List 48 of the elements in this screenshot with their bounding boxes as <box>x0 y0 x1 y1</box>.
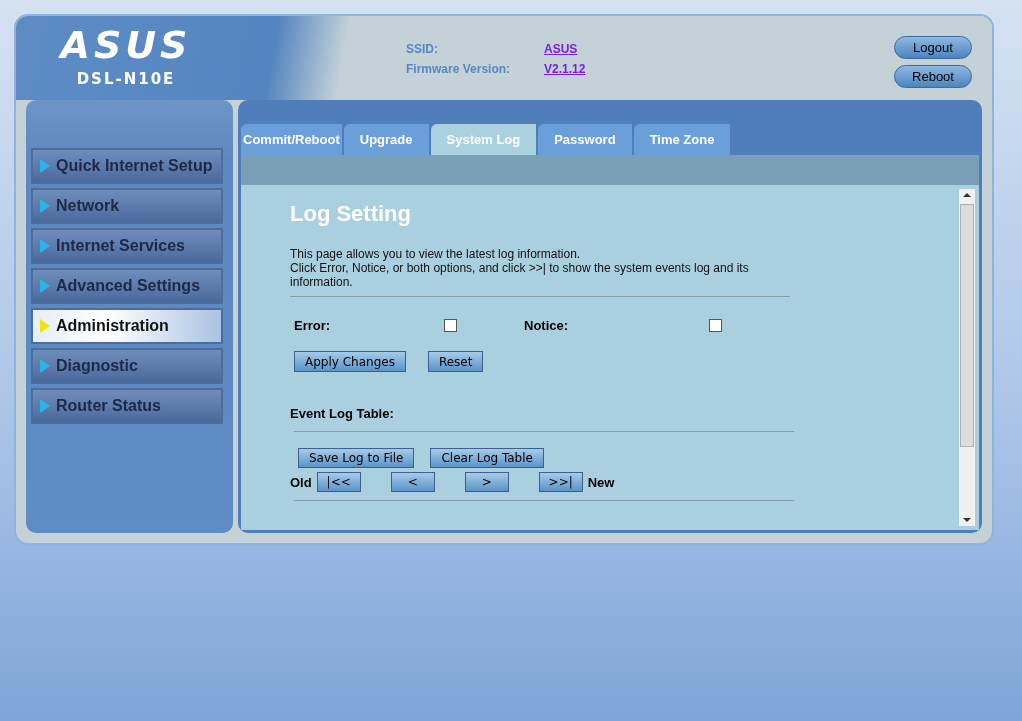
sidebar-item[interactable]: Diagnostic <box>31 348 223 384</box>
info-label: Firmware Version: <box>406 62 512 76</box>
log-button[interactable]: Save Log to File <box>298 448 415 468</box>
description-text: Click Error, Notice, or both options, and click >>| to show the system events log and its information. <box>290 261 750 289</box>
info-link[interactable]: ASUS <box>544 42 578 56</box>
triangle-icon <box>39 238 51 254</box>
sidebar-item[interactable]: Advanced Settings <box>31 268 223 304</box>
header-button[interactable]: Reboot <box>894 65 972 88</box>
form-button[interactable]: Reset <box>427 351 484 372</box>
section-label: Event Log Table: <box>290 406 395 421</box>
tab[interactable]: Upgrade <box>343 124 429 155</box>
tab[interactable]: Time Zone <box>633 124 731 155</box>
sidebar-item[interactable]: Router Status <box>31 388 223 424</box>
scroll-thumb[interactable] <box>960 204 974 447</box>
triangle-icon <box>39 278 51 294</box>
log-button[interactable]: Clear Log Table <box>430 448 544 468</box>
nav-label: Old <box>290 474 312 490</box>
scrollbar[interactable] <box>959 189 975 526</box>
triangle-icon <box>39 398 51 414</box>
triangle-icon <box>39 198 51 214</box>
brand-logo: ASUS <box>60 22 192 68</box>
option-label: Error: <box>294 318 332 333</box>
triangle-icon <box>39 158 51 174</box>
triangle-icon <box>39 358 51 374</box>
header-button[interactable]: Logout <box>894 36 972 59</box>
sidebar-item[interactable]: Administration <box>31 308 223 344</box>
scroll-up-icon[interactable] <box>963 192 971 198</box>
sidebar-item[interactable]: Quick Internet Setup <box>31 148 223 184</box>
form-button[interactable]: Apply Changes <box>294 351 406 372</box>
page-nav-button[interactable]: > <box>464 472 509 492</box>
page-nav-button[interactable]: < <box>390 472 435 492</box>
sidebar-item[interactable]: Network <box>31 188 223 224</box>
triangle-icon <box>39 318 51 334</box>
nav-label: New <box>587 474 615 490</box>
tab[interactable]: Password <box>538 124 632 155</box>
checkbox[interactable] <box>444 319 457 332</box>
info-label: SSID: <box>406 42 439 56</box>
sidebar-item[interactable]: Internet Services <box>31 228 223 264</box>
option-label: Notice: <box>524 318 570 333</box>
scroll-down-icon[interactable] <box>963 517 971 523</box>
tab[interactable]: Commit/Reboot <box>241 124 342 155</box>
page-nav-button[interactable]: >>| <box>538 472 583 492</box>
section-title: Log Setting <box>290 201 412 227</box>
description-text: This page allows you to view the latest log information. <box>290 247 582 261</box>
page-nav-button[interactable]: |<< <box>316 472 361 492</box>
checkbox[interactable] <box>709 319 722 332</box>
model-name: DSL-N10E <box>76 70 176 88</box>
info-link[interactable]: V2.1.12 <box>544 62 586 76</box>
